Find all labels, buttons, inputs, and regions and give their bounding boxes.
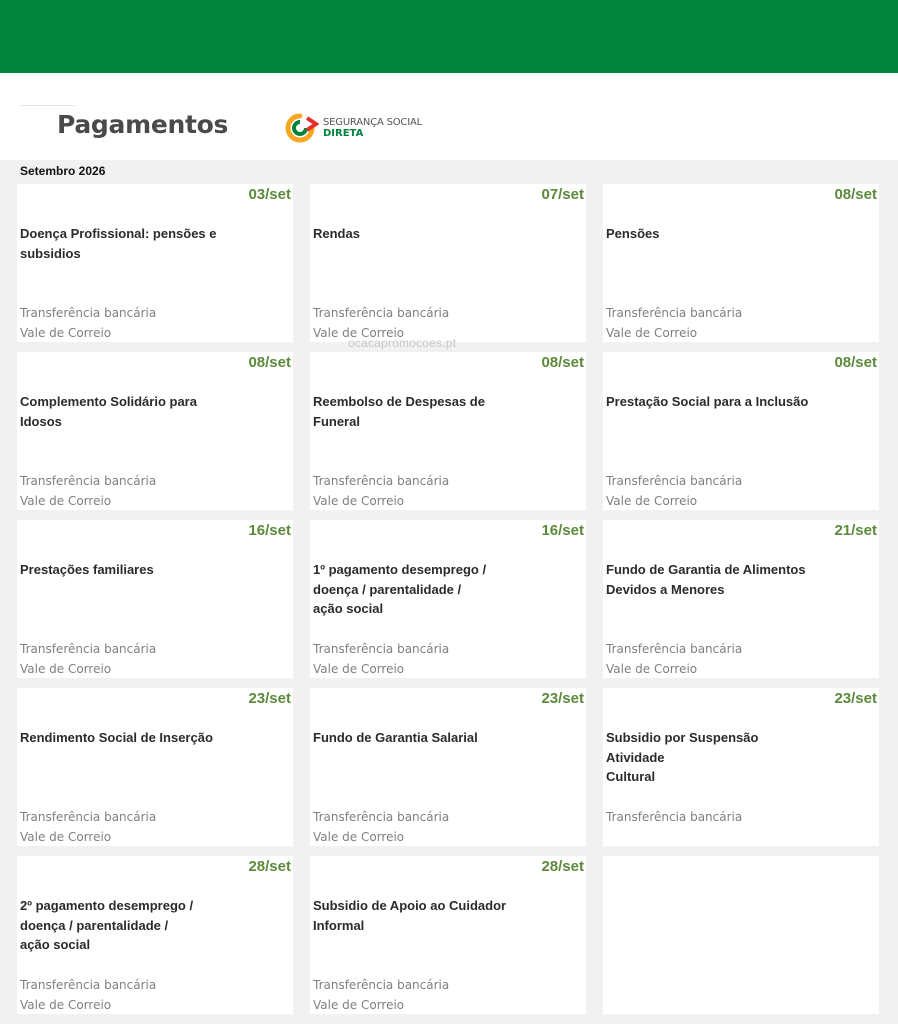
payment-date: 23/set <box>834 690 877 707</box>
payment-methods: Transferência bancária Vale de Correio <box>313 975 449 1014</box>
payment-date: 23/set <box>541 690 584 707</box>
payment-calendar: Setembro 2026 03/set Doença Profissional:… <box>0 160 898 1024</box>
payment-date: 07/set <box>541 186 584 203</box>
payment-method: Transferência bancária <box>20 810 157 824</box>
payment-card[interactable] <box>603 856 879 1014</box>
payment-title: Prestações familiares <box>20 562 154 577</box>
payment-methods: Transferência bancária <box>606 807 742 827</box>
payment-method: Transferência bancária <box>606 642 743 656</box>
payment-title: Reembolso de Despesas de Funeral <box>313 394 485 429</box>
payment-methods: Transferência bancária Vale de Correio <box>20 471 156 510</box>
payment-card[interactable]: 07/set Rendas Transferência bancária Vale d… <box>310 184 586 342</box>
payment-methods: Transferência bancária Vale de Correio <box>20 807 156 846</box>
payment-date: 23/set <box>248 690 291 707</box>
page-title: Pagamentos <box>57 110 229 139</box>
payment-card[interactable]: 23/set Rendimento Social de Inserção Trans… <box>17 688 293 846</box>
header-divider <box>20 105 75 106</box>
seguranca-social-logo[interactable]: SEGURANÇA SOCIAL DIRETA <box>285 112 422 144</box>
payment-title: Fundo de Garantia Salarial <box>313 730 478 745</box>
payment-card[interactable]: 08/set Complemento Solidário para Idosos T… <box>17 352 293 510</box>
payment-card[interactable]: 16/set 1º pagamento desemprego / doença /… <box>310 520 586 678</box>
payment-method: Vale de Correio <box>313 494 405 508</box>
payment-card[interactable]: 08/set Reembolso de Despesas de Funeral Tr… <box>310 352 586 510</box>
payment-date: 21/set <box>834 522 877 539</box>
month-label: Setembro 2026 <box>20 164 106 178</box>
payment-method: Transferência bancária <box>606 306 743 320</box>
payment-method: Transferência bancária <box>313 978 450 992</box>
payment-method: Vale de Correio <box>20 998 112 1012</box>
payment-methods: Transferência bancária Vale de Correio <box>20 975 156 1014</box>
payment-card[interactable]: 23/set Fundo de Garantia Salarial Transfer… <box>310 688 586 846</box>
payment-method: Vale de Correio <box>20 326 112 340</box>
payment-title: Prestação Social para a Inclusão <box>606 394 809 409</box>
payment-card[interactable]: 21/set Fundo de Garantia de Alimentos Dev… <box>603 520 879 678</box>
payment-method: Vale de Correio <box>20 494 112 508</box>
top-green-bar <box>0 0 898 73</box>
payment-method: Transferência bancária <box>313 810 450 824</box>
payment-date: 28/set <box>248 858 291 875</box>
payment-method: Transferência bancária <box>313 306 450 320</box>
payment-methods: Transferência bancária Vale de Correio <box>20 303 156 342</box>
logo-line-1: SEGURANÇA SOCIAL <box>323 117 422 128</box>
payment-title: Rendimento Social de Inserção <box>20 730 213 745</box>
payment-methods: Transferência bancária Vale de Correio <box>313 471 449 510</box>
payment-title: 2º pagamento desemprego / doença / paren… <box>20 898 194 953</box>
payment-methods: Transferência bancária Vale de Correio <box>606 471 742 510</box>
payment-method: Vale de Correio <box>606 494 698 508</box>
payment-method: Transferência bancária <box>20 306 157 320</box>
payment-title: 1º pagamento desemprego / doença / paren… <box>313 562 487 617</box>
payment-card[interactable]: 08/set Prestação Social para a Inclusão Tr… <box>603 352 879 510</box>
payment-method: Transferência bancária <box>606 810 743 824</box>
logo-line-2: DIRETA <box>323 128 364 139</box>
payment-method: Transferência bancária <box>20 978 157 992</box>
payment-title: Subsidio de Apoio ao Cuidador Informal <box>313 898 507 933</box>
logo-icon <box>285 113 319 143</box>
payment-method: Vale de Correio <box>313 998 405 1012</box>
watermark: ocacapromocoes.pt <box>348 336 457 350</box>
payment-title: Subsidio por Suspensão Atividade Cultura… <box>606 730 759 785</box>
payment-methods: Transferência bancária Vale de Correio <box>313 639 449 678</box>
payment-method: Vale de Correio <box>20 830 112 844</box>
payment-title: Doença Profissional: pensões e subsidios <box>20 226 217 261</box>
payment-card[interactable]: 16/set Prestações familiares Transferência… <box>17 520 293 678</box>
payment-title: Pensões <box>606 226 660 241</box>
payment-method: Transferência bancária <box>606 474 743 488</box>
payment-title: Fundo de Garantia de Alimentos Devidos a… <box>606 562 806 597</box>
payment-method: Vale de Correio <box>606 326 698 340</box>
payment-card[interactable]: 03/set Doença Profissional: pensões e sub… <box>17 184 293 342</box>
payment-title: Rendas <box>313 226 360 241</box>
payment-card[interactable]: 28/set Subsidio de Apoio ao Cuidador Info… <box>310 856 586 1014</box>
payment-methods: Transferência bancária Vale de Correio <box>313 807 449 846</box>
payment-methods: Transferência bancária Vale de Correio <box>606 639 742 678</box>
payment-date: 16/set <box>541 522 584 539</box>
payment-date: 16/set <box>248 522 291 539</box>
payment-title: Complemento Solidário para Idosos <box>20 394 197 429</box>
payment-methods: Transferência bancária Vale de Correio <box>20 639 156 678</box>
payment-date: 08/set <box>248 354 291 371</box>
payment-method: Vale de Correio <box>20 662 112 676</box>
payment-date: 08/set <box>541 354 584 371</box>
payment-method: Transferência bancária <box>313 642 450 656</box>
payment-methods: Transferência bancária Vale de Correio <box>606 303 742 342</box>
payment-method: Vale de Correio <box>313 662 405 676</box>
payment-card[interactable]: 23/set Subsidio por Suspensão Atividade C… <box>603 688 879 846</box>
payment-date: 08/set <box>834 354 877 371</box>
logo-text: SEGURANÇA SOCIAL DIRETA <box>323 117 422 139</box>
payment-date: 28/set <box>541 858 584 875</box>
payment-card[interactable]: 08/set Pensões Transferência bancária Vale … <box>603 184 879 342</box>
payment-grid: 03/set Doença Profissional: pensões e sub… <box>17 184 879 1014</box>
payment-method: Vale de Correio <box>313 830 405 844</box>
payment-date: 03/set <box>248 186 291 203</box>
payment-date: 08/set <box>834 186 877 203</box>
payment-method: Vale de Correio <box>606 662 698 676</box>
payment-card[interactable]: 28/set 2º pagamento desemprego / doença /… <box>17 856 293 1014</box>
payment-method: Transferência bancária <box>313 474 450 488</box>
payment-method: Transferência bancária <box>20 642 157 656</box>
payment-method: Transferência bancária <box>20 474 157 488</box>
